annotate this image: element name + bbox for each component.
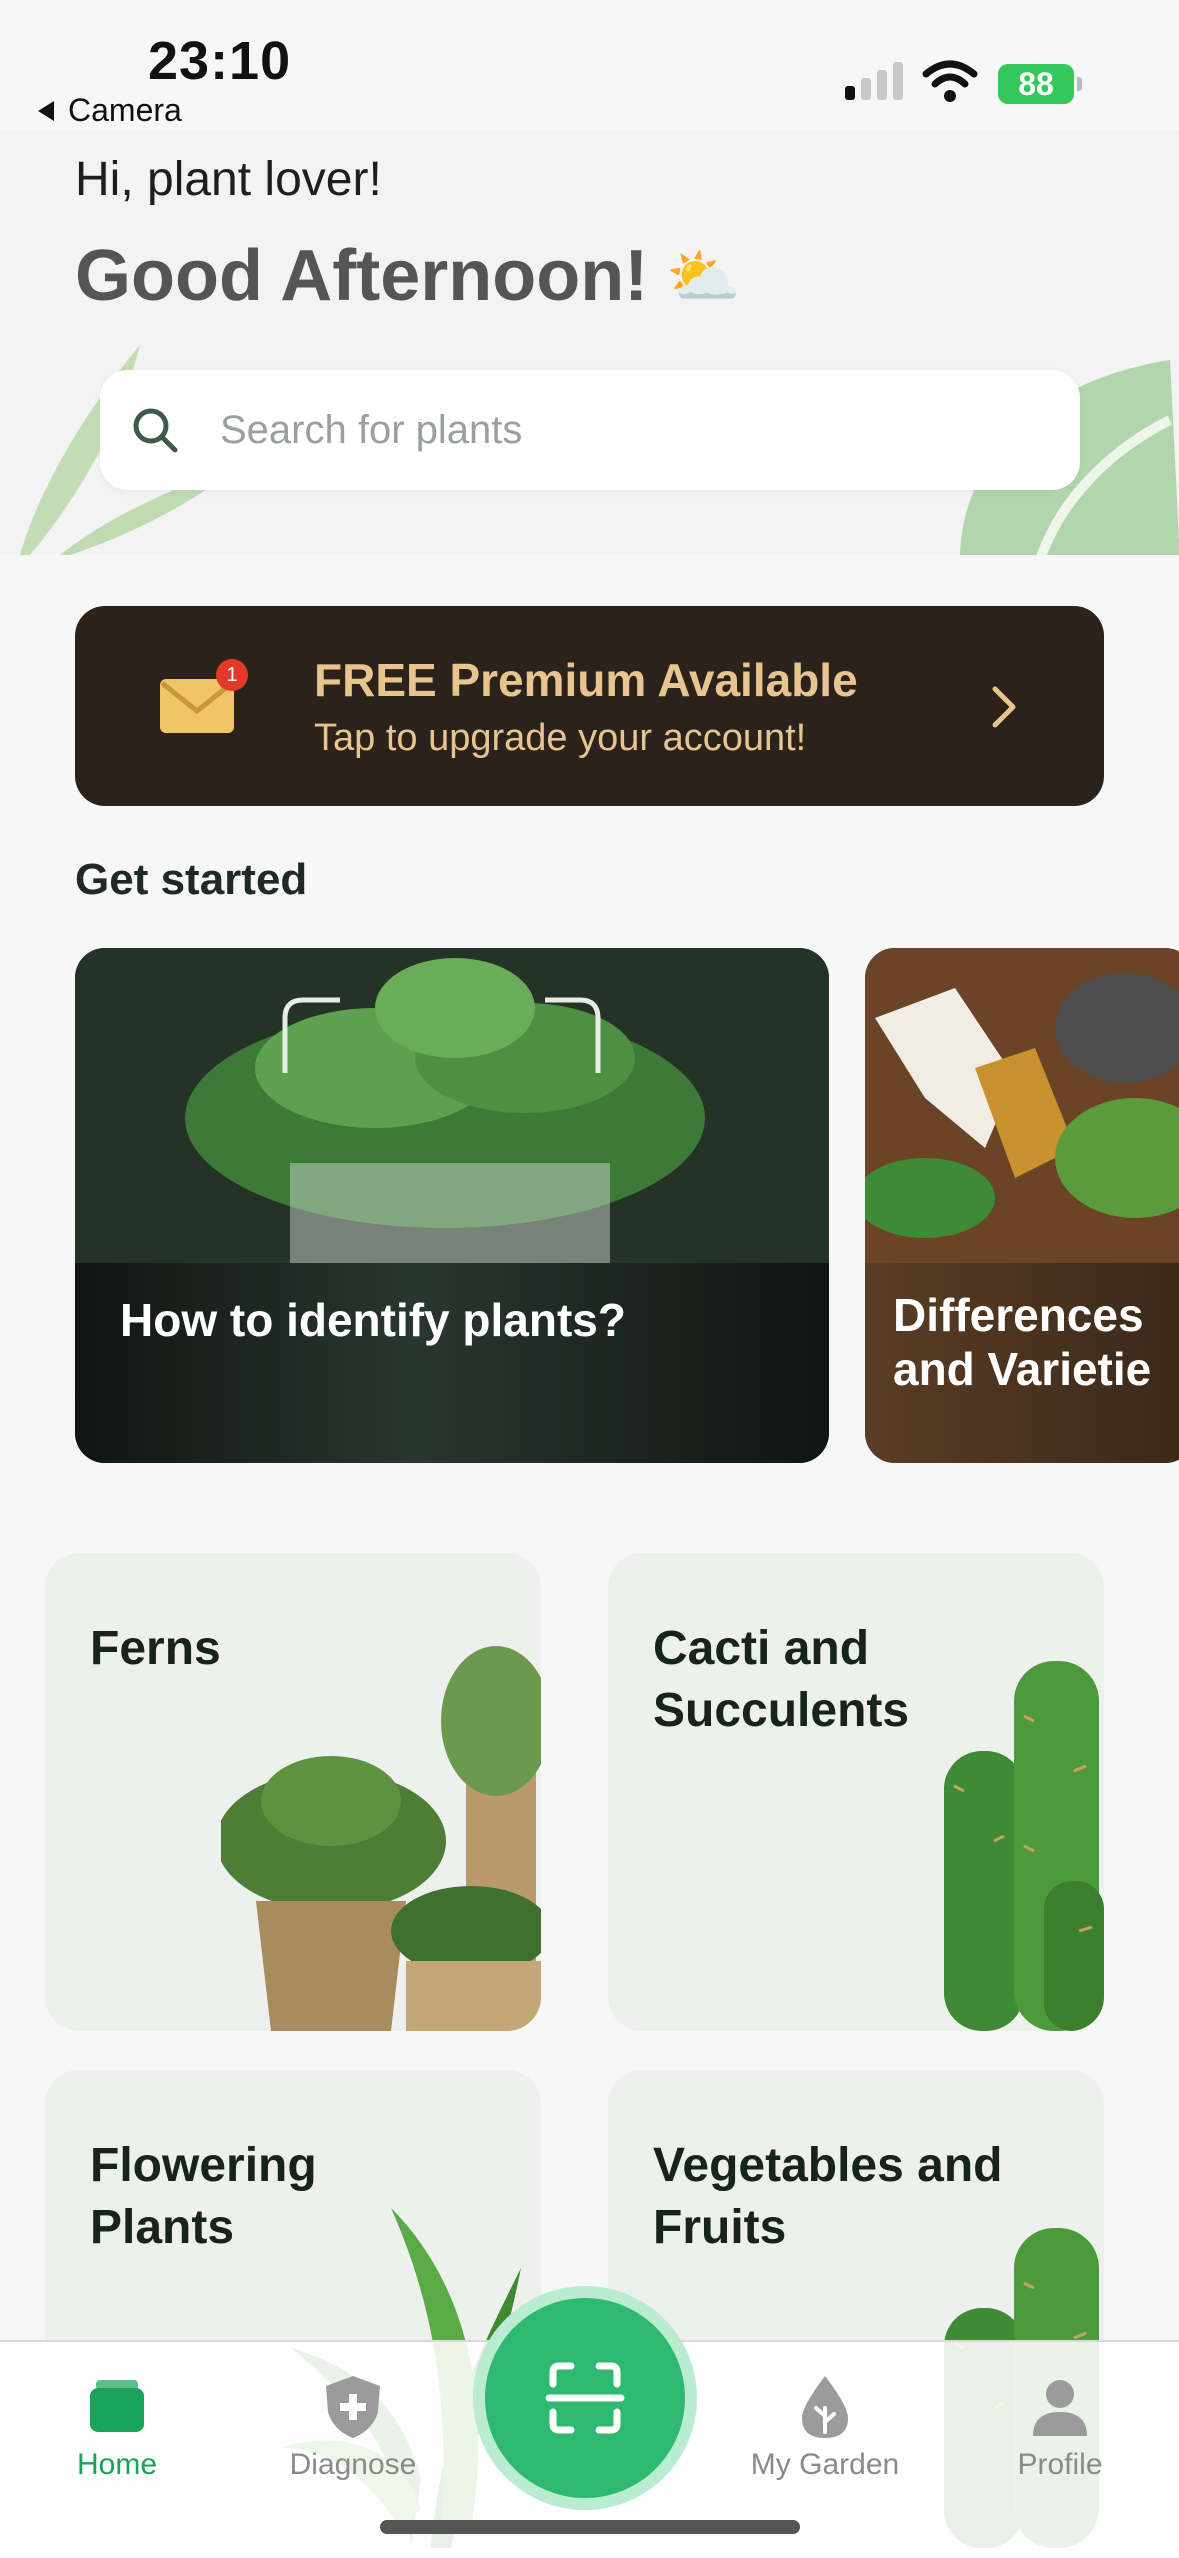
back-to-app-link[interactable]: Camera — [38, 92, 182, 129]
category-label: Ferns — [90, 1618, 221, 1680]
home-icon — [90, 2380, 144, 2432]
gardening-photo-icon — [865, 948, 1179, 1263]
weather-icon: ⛅ — [666, 242, 741, 310]
tab-profile[interactable]: Profile — [960, 2372, 1160, 2482]
tab-profile-label: Profile — [1017, 2448, 1103, 2481]
back-app-label: Camera — [68, 92, 182, 128]
category-card-ferns[interactable]: Ferns — [45, 1553, 541, 2031]
category-label-line1: Cacti and — [653, 1622, 870, 1675]
guide-card-label: How to identify plants? — [120, 1294, 626, 1346]
scan-icon — [545, 2362, 625, 2434]
premium-title: FREE Premium Available — [314, 653, 858, 706]
back-arrow-icon — [38, 100, 54, 121]
chevron-right-icon — [992, 686, 1016, 728]
status-time: 23:10 — [148, 31, 292, 91]
guide-card-identify[interactable]: How to identify plants? — [75, 948, 829, 1463]
premium-subtitle: Tap to upgrade your account! — [314, 716, 807, 759]
tab-home-label: Home — [76, 2448, 158, 2481]
tab-my-garden-label: My Garden — [750, 2448, 900, 2481]
category-label: Cacti and Succulents — [653, 1618, 909, 1742]
cactus-icon — [944, 1661, 1104, 2031]
premium-banner[interactable]: 1 FREE Premium Available Tap to upgrade … — [75, 606, 1104, 806]
battery-cap — [1077, 77, 1082, 91]
battery-icon: 88 — [998, 64, 1074, 104]
guide-card-differences[interactable]: Differences and Varietie — [865, 948, 1179, 1463]
tab-my-garden[interactable]: My Garden — [725, 2372, 925, 2482]
category-card-cacti[interactable]: Cacti and Succulents — [608, 1553, 1104, 2031]
plant-photo-icon — [75, 948, 829, 1263]
tab-diagnose[interactable]: Diagnose — [253, 2372, 453, 2482]
category-label-line1: Vegetables and — [653, 2139, 1003, 2192]
cellular-signal-icon — [845, 62, 903, 100]
page-title: Good Afternoon! ⛅ — [75, 235, 741, 317]
category-label-line2: Succulents — [653, 1684, 910, 1737]
category-label-line1: Ferns — [90, 1622, 221, 1675]
tab-diagnose-label: Diagnose — [289, 2448, 417, 2481]
garden-drop-icon — [802, 2376, 848, 2438]
search-icon — [133, 408, 178, 453]
headline-text: Good Afternoon! — [75, 236, 649, 316]
status-bar: 23:10 Camera 88 — [0, 0, 1179, 140]
guide-card-label: Differences and Varietie — [893, 1288, 1151, 1396]
home-indicator — [380, 2520, 800, 2534]
search-placeholder: Search for plants — [220, 407, 523, 452]
fern-plant-icon — [221, 1646, 541, 2031]
guide-card-label-line2: and Varietie — [893, 1343, 1152, 1395]
get-started-title: Get started — [75, 855, 308, 904]
greeting: Hi, plant lover! — [75, 153, 382, 206]
profile-icon — [1033, 2380, 1087, 2436]
header: Hi, plant lover! Good Afternoon! ⛅ Searc… — [0, 130, 1179, 555]
search-input[interactable]: Search for plants — [100, 370, 1080, 490]
scan-plant-button[interactable] — [485, 2298, 685, 2498]
battery-level: 88 — [1018, 65, 1054, 102]
wifi-icon — [922, 60, 978, 102]
guide-card-label-line1: Differences — [893, 1289, 1144, 1341]
notification-badge: 1 — [216, 659, 248, 691]
tab-home[interactable]: Home — [17, 2372, 217, 2482]
premium-text: FREE Premium Available Tap to upgrade yo… — [314, 653, 858, 760]
mail-icon: 1 — [160, 659, 248, 733]
shield-icon — [326, 2376, 380, 2438]
